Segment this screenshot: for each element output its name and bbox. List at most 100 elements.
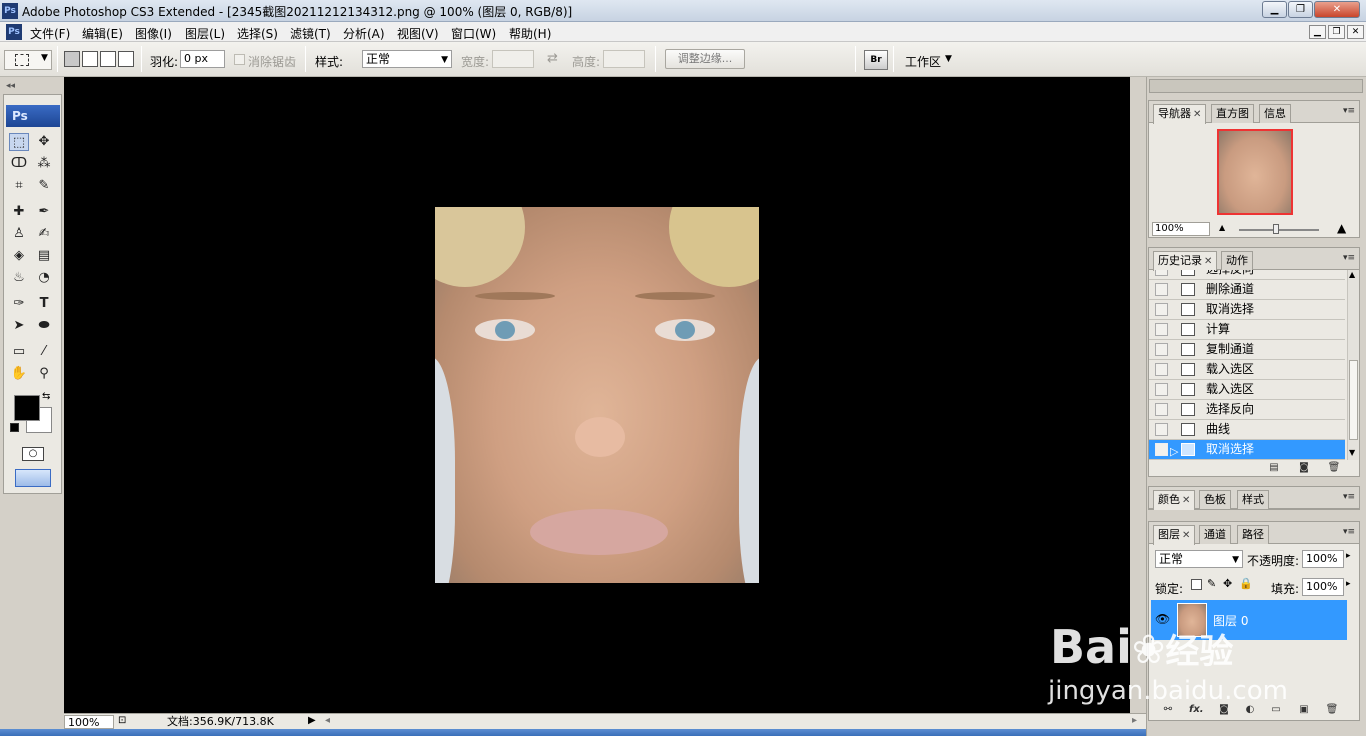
tab-actions[interactable]: 动作 <box>1221 251 1253 270</box>
menu-image[interactable]: 图像(I) <box>135 25 172 42</box>
history-source-checkbox[interactable] <box>1155 443 1168 456</box>
tab-navigator[interactable]: 导航器 ✕ <box>1153 104 1207 124</box>
tab-color[interactable]: 颜色 ✕ <box>1153 490 1196 510</box>
zoom-slider-thumb[interactable] <box>1273 224 1279 234</box>
height-input[interactable] <box>603 50 645 68</box>
menu-edit[interactable]: 编辑(E) <box>82 25 123 42</box>
tab-swatches[interactable]: 色板 <box>1199 490 1231 509</box>
history-source-checkbox[interactable] <box>1155 303 1168 316</box>
type-tool-icon[interactable]: T <box>34 295 54 313</box>
history-source-checkbox[interactable] <box>1155 363 1168 376</box>
collapse-arrows-icon[interactable]: ◂◂ <box>6 81 15 91</box>
tab-styles[interactable]: 样式 <box>1237 490 1269 509</box>
doc-restore-button[interactable]: ❐ <box>1328 25 1345 39</box>
intersect-selection-icon[interactable] <box>118 51 134 67</box>
opacity-arrow-icon[interactable]: ▸ <box>1346 551 1351 561</box>
navigator-zoom-slider[interactable] <box>1239 229 1319 231</box>
menu-file[interactable]: 文件(F) <box>30 25 70 42</box>
lock-position-icon[interactable]: ✥ <box>1223 577 1232 590</box>
eyedropper-tool-icon[interactable]: ⁄ <box>34 343 54 361</box>
tab-channels[interactable]: 通道 <box>1199 525 1231 544</box>
menu-help[interactable]: 帮助(H) <box>509 25 551 42</box>
tab-histogram[interactable]: 直方图 <box>1211 104 1254 123</box>
opacity-input[interactable]: 100% <box>1302 550 1344 568</box>
tool-preset-picker[interactable]: ▼ <box>4 50 52 70</box>
maximize-button[interactable]: ❐ <box>1288 1 1313 18</box>
zoom-tool-icon[interactable]: ⚲ <box>34 365 54 383</box>
lasso-tool-icon[interactable]: ↀ <box>9 155 29 173</box>
close-icon[interactable]: ✕ <box>1193 109 1201 120</box>
status-zoom-field[interactable]: 100% <box>64 715 114 729</box>
status-menu-arrow-icon[interactable]: ▶ <box>308 715 316 726</box>
healing-brush-tool-icon[interactable]: ✚ <box>9 203 29 221</box>
feather-input[interactable]: 0 px <box>180 50 225 68</box>
ellipse-shape-tool-icon[interactable]: ⬬ <box>34 317 54 335</box>
zoom-out-icon[interactable]: ▲ <box>1219 223 1225 232</box>
doc-close-button[interactable]: ✕ <box>1347 25 1364 39</box>
style-select[interactable]: 正常 ▼ <box>362 50 452 68</box>
history-state-slider-icon[interactable]: ▷ <box>1170 442 1178 460</box>
scroll-down-icon[interactable]: ▼ <box>1349 448 1355 457</box>
menu-window[interactable]: 窗口(W) <box>451 25 496 42</box>
notes-tool-icon[interactable]: ▭ <box>9 343 29 361</box>
subtract-from-selection-icon[interactable] <box>100 51 116 67</box>
antialias-checkbox[interactable] <box>234 54 245 65</box>
dodge-tool-icon[interactable]: ◔ <box>34 269 54 287</box>
blur-tool-icon[interactable]: ♨ <box>9 269 29 287</box>
history-source-checkbox[interactable] <box>1155 323 1168 336</box>
brush-tool-icon[interactable]: ✒ <box>34 203 54 221</box>
foreground-color-swatch[interactable] <box>14 395 40 421</box>
doc-minimize-button[interactable]: ▁ <box>1309 25 1326 39</box>
history-scrollbar[interactable]: ▲ ▼ <box>1347 270 1359 460</box>
close-icon[interactable]: ✕ <box>1182 495 1190 506</box>
path-selection-tool-icon[interactable]: ➤ <box>9 317 29 335</box>
new-layer-icon[interactable]: ▣ <box>1297 704 1311 716</box>
crop-tool-icon[interactable]: ⌗ <box>9 177 29 195</box>
menu-analysis[interactable]: 分析(A) <box>343 25 385 42</box>
menu-select[interactable]: 选择(S) <box>237 25 278 42</box>
history-source-checkbox[interactable] <box>1155 343 1168 356</box>
tab-layers[interactable]: 图层 ✕ <box>1153 525 1196 545</box>
pen-tool-icon[interactable]: ✑ <box>9 295 29 313</box>
navigator-thumbnail[interactable] <box>1217 129 1293 215</box>
menu-view[interactable]: 视图(V) <box>397 25 439 42</box>
lock-all-icon[interactable]: 🔒 <box>1239 577 1253 590</box>
fill-arrow-icon[interactable]: ▸ <box>1346 579 1351 589</box>
new-snapshot-icon[interactable]: ◙ <box>1297 462 1311 474</box>
eraser-tool-icon[interactable]: ◈ <box>9 247 29 265</box>
tab-info[interactable]: 信息 <box>1259 104 1291 123</box>
swap-dimensions-icon[interactable]: ⇄ <box>547 51 558 66</box>
new-document-from-state-icon[interactable]: ▤ <box>1267 462 1281 474</box>
history-source-checkbox[interactable] <box>1155 283 1168 296</box>
minimize-button[interactable]: ▁ <box>1262 1 1287 18</box>
history-item[interactable]: 选择反向 <box>1149 400 1345 420</box>
screen-mode-icon[interactable] <box>15 469 51 487</box>
fill-input[interactable]: 100% <box>1302 578 1344 596</box>
close-icon[interactable]: ✕ <box>1204 256 1212 267</box>
panel-menu-icon[interactable]: ▾≡ <box>1343 527 1355 537</box>
lock-transparency-icon[interactable] <box>1191 579 1202 590</box>
quick-mask-icon[interactable]: ○ <box>22 447 44 461</box>
slice-tool-icon[interactable]: ✎ <box>34 177 54 195</box>
history-source-checkbox[interactable] <box>1155 423 1168 436</box>
workspace-button[interactable]: 工作区 <box>905 53 941 70</box>
scroll-left-icon[interactable]: ◂ <box>325 715 330 726</box>
refine-edge-button[interactable]: 调整边缘... <box>665 49 745 69</box>
scroll-up-icon[interactable]: ▲ <box>1349 270 1355 279</box>
menu-filter[interactable]: 滤镜(T) <box>290 25 331 42</box>
bridge-icon[interactable]: Br <box>864 50 888 70</box>
navigator-zoom-input[interactable]: 100% <box>1152 222 1210 236</box>
panel-menu-icon[interactable]: ▾≡ <box>1343 106 1355 116</box>
tab-paths[interactable]: 路径 <box>1237 525 1269 544</box>
swap-colors-icon[interactable]: ⇆ <box>42 391 50 402</box>
panel-menu-icon[interactable]: ▾≡ <box>1343 492 1355 502</box>
rect-marquee-tool-icon[interactable]: ⬚ <box>9 133 29 151</box>
menu-layer[interactable]: 图层(L) <box>185 25 225 42</box>
history-item[interactable]: 曲线 <box>1149 420 1345 440</box>
history-item[interactable]: 复制通道 <box>1149 340 1345 360</box>
tab-history[interactable]: 历史记录 ✕ <box>1153 251 1218 271</box>
history-item[interactable]: 取消选择 <box>1149 300 1345 320</box>
clone-stamp-tool-icon[interactable]: ♙ <box>9 225 29 243</box>
history-item[interactable]: 选择反向 <box>1149 270 1345 280</box>
lock-pixels-icon[interactable]: ✎ <box>1207 577 1216 590</box>
